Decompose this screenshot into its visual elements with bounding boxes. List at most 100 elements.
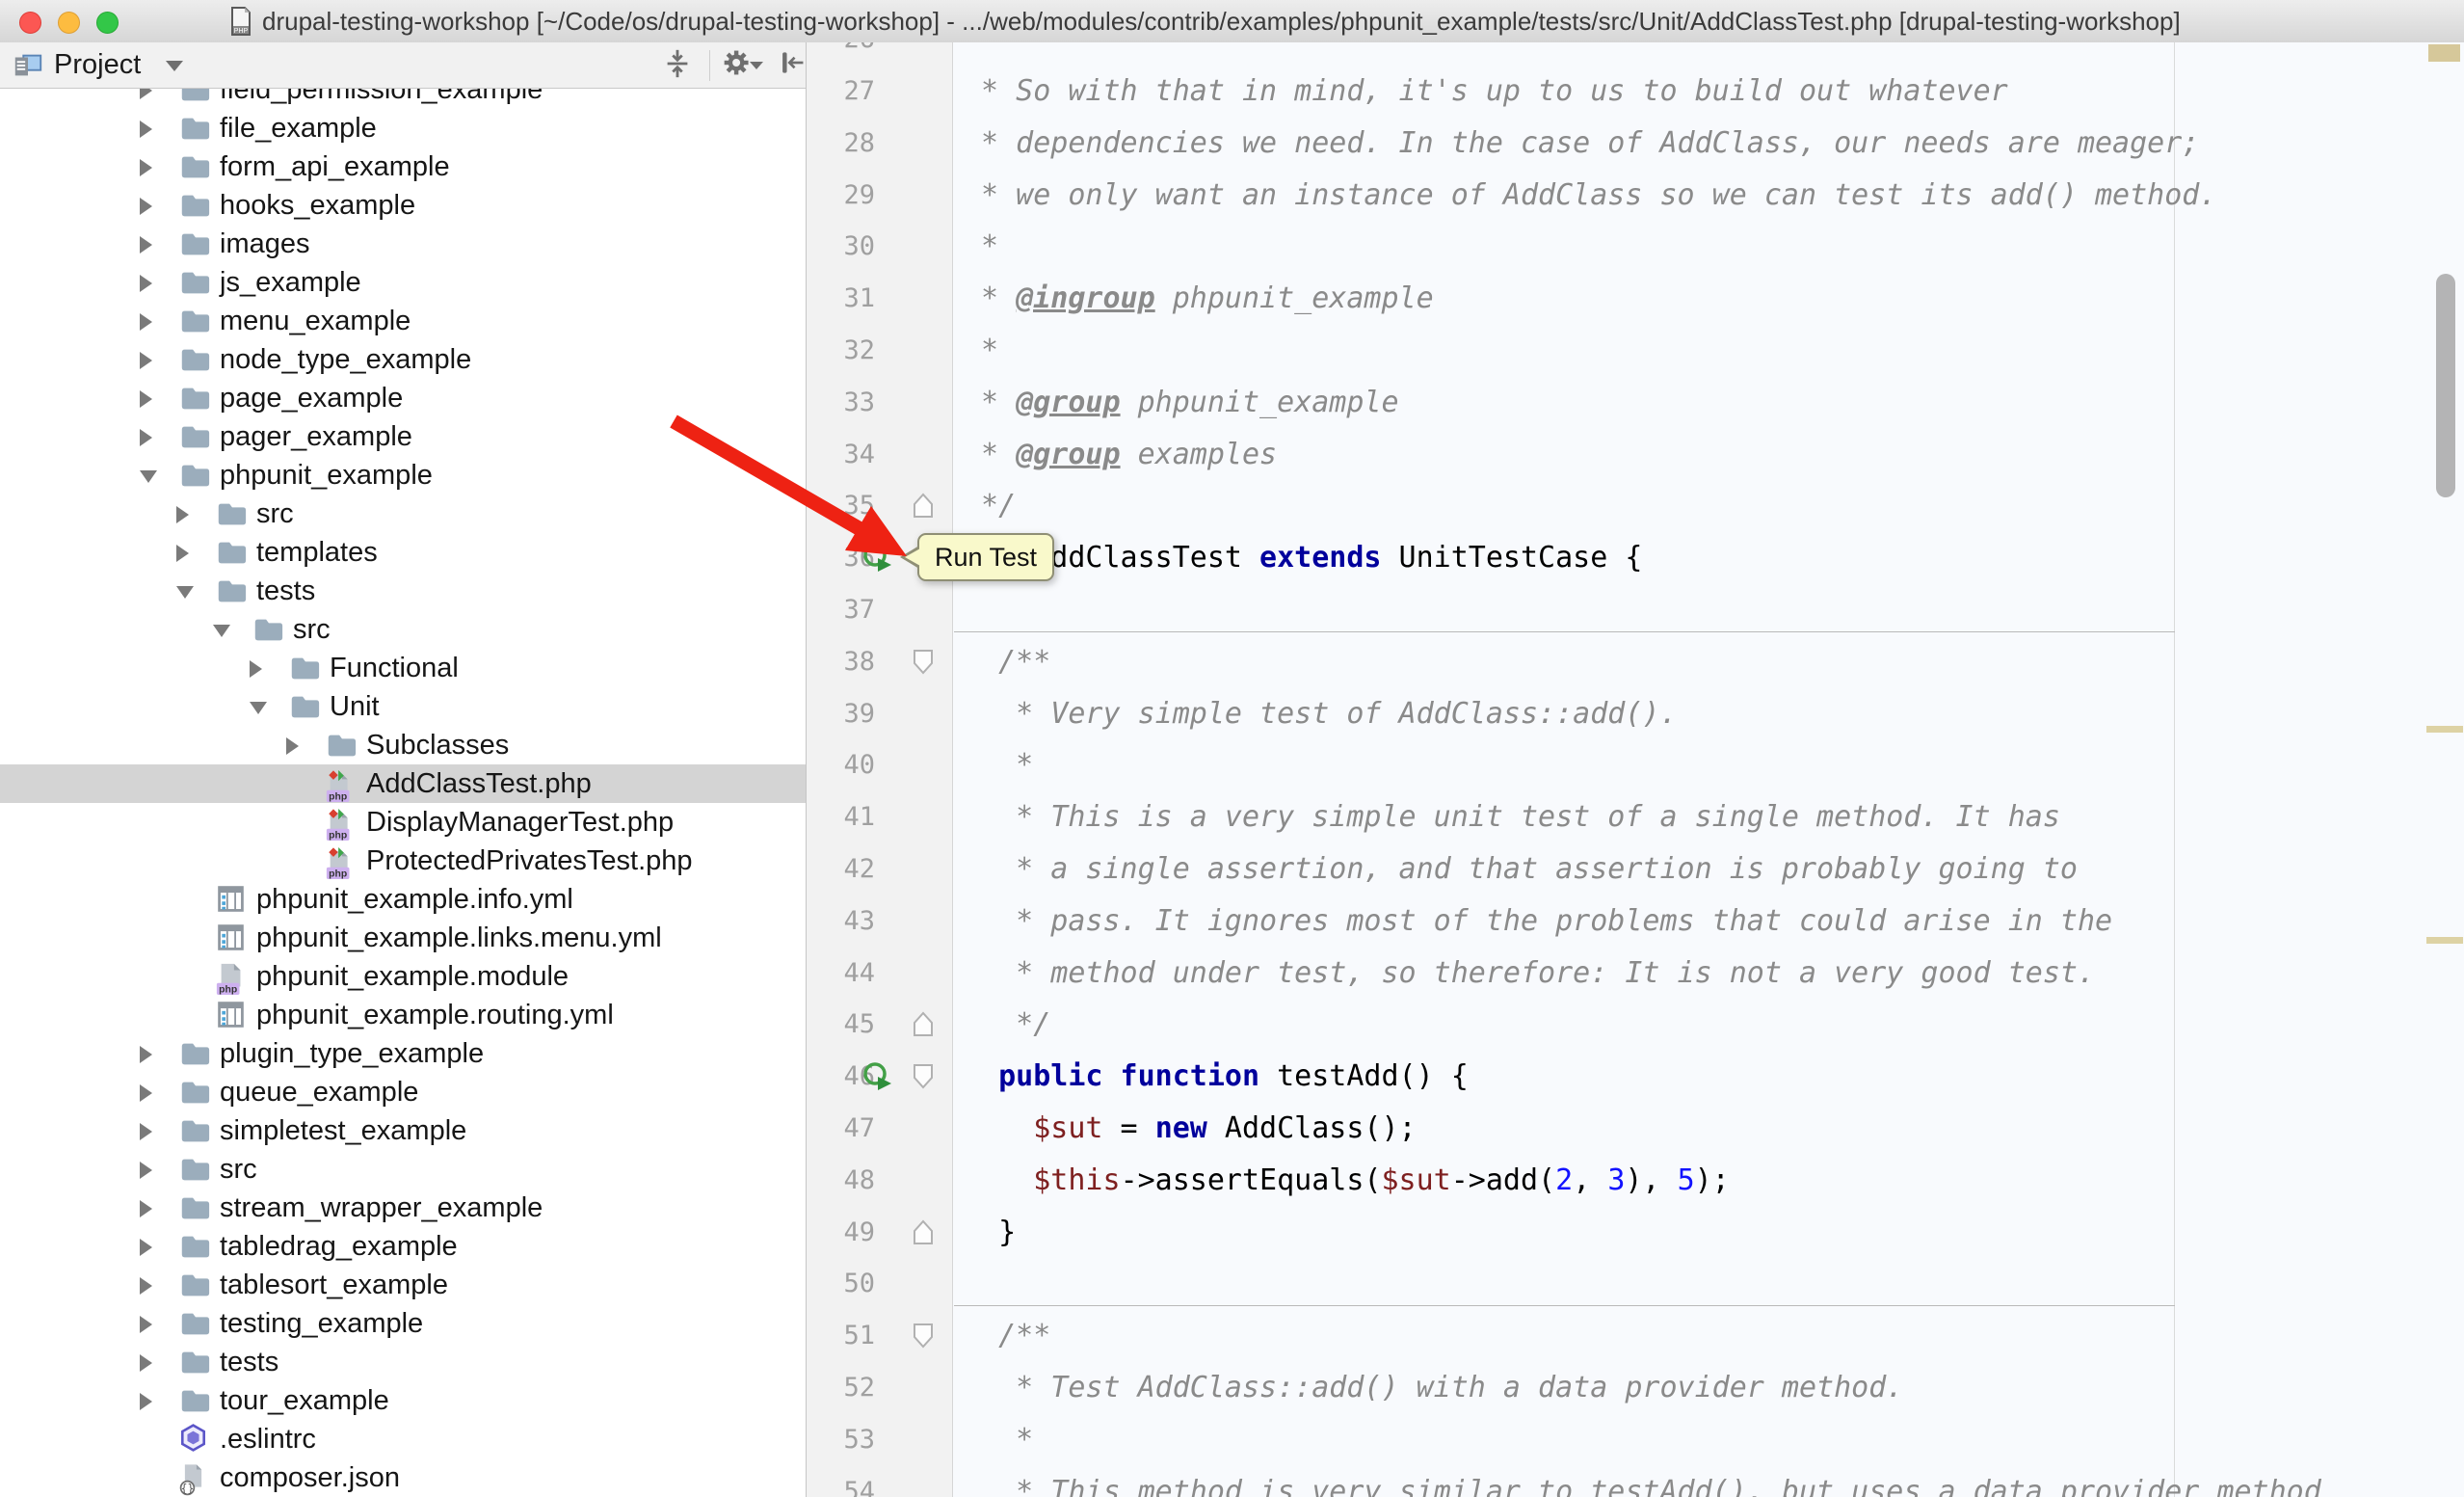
collapsed-arrow-icon[interactable] [140, 198, 152, 215]
tree-item-label[interactable]: hooks_example [220, 186, 415, 225]
code-line-text[interactable]: public function testAdd() { [964, 1051, 1469, 1103]
zoom-window-button[interactable] [96, 12, 119, 34]
tree-item-label[interactable]: phpunit_example.routing.yml [256, 996, 614, 1034]
collapsed-arrow-icon[interactable] [140, 313, 152, 331]
code-line[interactable]: 39 * Very simple test of AddClass::add()… [807, 688, 2464, 740]
tree-row[interactable]: tests [0, 1343, 806, 1381]
collapsed-arrow-icon[interactable] [140, 275, 152, 292]
tree-row[interactable]: tests [0, 572, 806, 610]
code-line[interactable]: 52 * Test AddClass::add() with a data pr… [807, 1362, 2464, 1414]
collapsed-arrow-icon[interactable] [140, 120, 152, 138]
code-line[interactable]: 34 * @group examples [807, 429, 2464, 481]
tree-item-label[interactable]: phpunit_example [220, 456, 433, 495]
tree-item-label[interactable]: ProtectedPrivatesTest.php [366, 842, 693, 880]
tree-row[interactable]: src [0, 495, 806, 533]
project-tree[interactable]: field_permission_examplefile_exampleform… [0, 42, 806, 1497]
tree-row[interactable]: phpphpunit_example.module [0, 957, 806, 996]
code-line-text[interactable]: * [964, 221, 998, 273]
collapsed-arrow-icon[interactable] [140, 390, 152, 408]
collapsed-arrow-icon[interactable] [176, 506, 189, 523]
code-line-text[interactable]: * [964, 1414, 1033, 1466]
fold-marker-icon[interactable] [913, 1219, 934, 1250]
project-header-title[interactable]: Project [54, 42, 141, 88]
tree-item-label[interactable]: tests [256, 572, 315, 610]
code-line[interactable]: 29 * we only want an instance of AddClas… [807, 170, 2464, 222]
code-line-text[interactable]: * This is a very simple unit test of a s… [964, 791, 2060, 843]
close-window-button[interactable] [19, 12, 41, 34]
code-line[interactable]: 33 * @group phpunit_example [807, 377, 2464, 429]
tree-row[interactable]: phpProtectedPrivatesTest.php [0, 842, 806, 880]
minimize-window-button[interactable] [58, 12, 80, 34]
run-test-gutter-icon[interactable] [862, 543, 893, 578]
code-line[interactable]: 42 * a single assertion, and that assert… [807, 843, 2464, 896]
collapsed-arrow-icon[interactable] [250, 660, 262, 678]
tree-item-label[interactable]: src [293, 610, 331, 649]
expanded-arrow-icon[interactable] [250, 702, 267, 714]
tree-row[interactable]: Functional [0, 649, 806, 687]
collapsed-arrow-icon[interactable] [140, 159, 152, 176]
code-line-text[interactable]: * dependencies we need. In the case of A… [964, 118, 2199, 170]
tree-row[interactable]: templates [0, 533, 806, 572]
code-line[interactable]: 28 * dependencies we need. In the case o… [807, 118, 2464, 170]
code-line-text[interactable]: $this->assertEquals($sut->add(2, 3), 5); [964, 1155, 1730, 1207]
tree-row[interactable]: .eslintrc [0, 1420, 806, 1458]
collapsed-arrow-icon[interactable] [140, 1084, 152, 1102]
code-line[interactable]: 31 * @ingroup phpunit_example [807, 273, 2464, 325]
expanded-arrow-icon[interactable] [140, 470, 157, 483]
expanded-arrow-icon[interactable] [213, 625, 230, 637]
tree-item-label[interactable]: stream_wrapper_example [220, 1189, 543, 1227]
collapsed-arrow-icon[interactable] [140, 1277, 152, 1295]
code-line-text[interactable]: * [964, 325, 998, 377]
code-line[interactable]: 45 */ [807, 999, 2464, 1051]
code-line-text[interactable]: * This method is very similar to testAdd… [964, 1466, 2321, 1497]
tree-row[interactable]: menu_example [0, 302, 806, 340]
tree-row[interactable]: testing_example [0, 1304, 806, 1343]
code-line[interactable]: 26 [807, 42, 2464, 66]
tree-row[interactable]: page_example [0, 379, 806, 417]
tree-item-label[interactable]: menu_example [220, 302, 411, 340]
tree-row[interactable]: src [0, 610, 806, 649]
tree-row[interactable]: phpDisplayManagerTest.php [0, 803, 806, 842]
code-line[interactable]: 43 * pass. It ignores most of the proble… [807, 896, 2464, 948]
collapsed-arrow-icon[interactable] [140, 1393, 152, 1410]
tree-row[interactable]: plugin_type_example [0, 1034, 806, 1073]
tree-row[interactable]: phpAddClassTest.php [0, 764, 806, 803]
tree-row[interactable]: node_type_example [0, 340, 806, 379]
expanded-arrow-icon[interactable] [176, 586, 194, 599]
collapse-all-button[interactable] [655, 47, 700, 84]
tree-item-label[interactable]: DisplayManagerTest.php [366, 803, 674, 842]
tree-item-label[interactable]: src [220, 1150, 257, 1189]
tree-row[interactable]: simpletest_example [0, 1111, 806, 1150]
code-line[interactable]: 51 /** [807, 1310, 2464, 1362]
code-line[interactable]: 38 /** [807, 636, 2464, 688]
hide-panel-button[interactable] [769, 47, 807, 84]
collapsed-arrow-icon[interactable] [140, 352, 152, 369]
scrollbar-thumb[interactable] [2436, 274, 2455, 497]
tree-row[interactable]: file_example [0, 109, 806, 147]
fold-marker-icon[interactable] [913, 1323, 934, 1353]
collapsed-arrow-icon[interactable] [140, 429, 152, 446]
collapsed-arrow-icon[interactable] [140, 1123, 152, 1140]
tree-item-label[interactable]: page_example [220, 379, 403, 417]
code-line[interactable]: 48 $this->assertEquals($sut->add(2, 3), … [807, 1155, 2464, 1207]
code-line-text[interactable]: $sut = new AddClass(); [964, 1103, 1417, 1155]
code-editor[interactable]: 2627 * So with that in mind, it's up to … [807, 42, 2464, 1497]
code-line-text[interactable]: * @group examples [964, 429, 1277, 481]
code-line-text[interactable]: */ [964, 999, 1050, 1051]
code-line[interactable]: 40 * [807, 739, 2464, 791]
tree-item-label[interactable]: js_example [220, 263, 361, 302]
tree-item-label[interactable]: simpletest_example [220, 1111, 466, 1150]
code-line-text[interactable]: * a single assertion, and that assertion… [964, 843, 2078, 896]
tree-row[interactable]: hooks_example [0, 186, 806, 225]
tree-item-label[interactable]: file_example [220, 109, 377, 147]
tree-item-label[interactable]: form_api_example [220, 147, 450, 186]
code-line[interactable]: 50 [807, 1258, 2464, 1310]
tree-row[interactable]: {}composer.json [0, 1458, 806, 1497]
collapsed-arrow-icon[interactable] [176, 545, 189, 562]
tree-item-label[interactable]: src [256, 495, 294, 533]
tree-item-label[interactable]: Functional [330, 649, 459, 687]
fold-marker-icon[interactable] [913, 493, 934, 523]
code-line-text[interactable]: /** [964, 636, 1050, 688]
collapsed-arrow-icon[interactable] [140, 1200, 152, 1217]
tree-row[interactable]: tablesort_example [0, 1266, 806, 1304]
